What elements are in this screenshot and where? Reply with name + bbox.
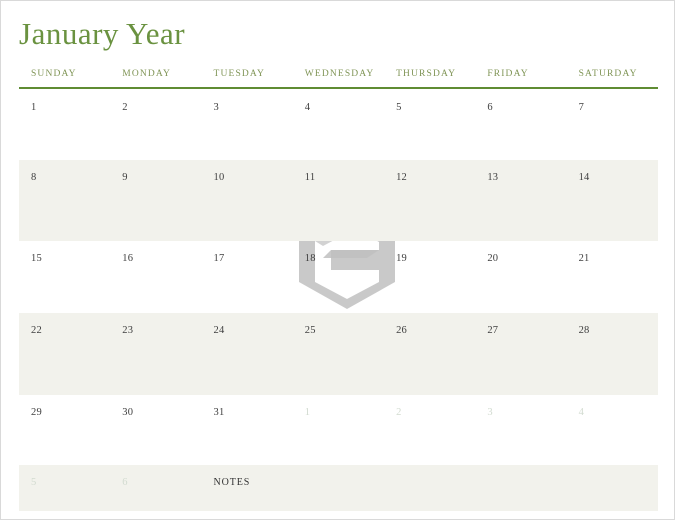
day-number: 23 — [122, 325, 134, 336]
day-cell[interactable]: 30 — [110, 395, 201, 465]
day-cell[interactable]: 17 — [202, 241, 293, 313]
day-cell[interactable]: 2 — [110, 90, 201, 160]
day-number: 20 — [487, 253, 499, 264]
day-number: 4 — [304, 102, 311, 113]
day-number: 29 — [31, 407, 42, 418]
day-cell[interactable]: 5 — [384, 90, 475, 160]
day-cell[interactable]: 19 — [384, 241, 475, 313]
day-number: 22 — [31, 325, 42, 336]
day-number: 3 — [213, 102, 219, 113]
day-cell[interactable]: 5 — [19, 465, 110, 511]
day-number: 24 — [213, 325, 225, 336]
notes-label: NOTES — [213, 477, 251, 488]
day-number: 31 — [213, 407, 225, 418]
day-number: 2 — [396, 407, 402, 418]
day-cell[interactable]: 4 — [567, 395, 658, 465]
notes-area[interactable] — [384, 465, 475, 511]
day-number: 25 — [304, 325, 316, 336]
day-number: 26 — [396, 325, 407, 336]
day-number: 19 — [396, 253, 407, 264]
day-number: 3 — [487, 407, 493, 418]
week-row: 15 16 17 18 19 20 21 — [19, 241, 658, 313]
day-cell[interactable]: 3 — [202, 90, 293, 160]
day-number: 11 — [304, 172, 316, 183]
day-number: 15 — [31, 253, 42, 264]
day-cell[interactable]: 20 — [475, 241, 566, 313]
day-cell[interactable]: 23 — [110, 313, 201, 395]
day-cell[interactable]: 6 — [110, 465, 201, 511]
day-cell[interactable]: 31 — [202, 395, 293, 465]
day-cell[interactable]: 28 — [567, 313, 658, 395]
day-number: 1 — [304, 407, 311, 418]
day-cell[interactable]: 27 — [475, 313, 566, 395]
weekday-header-row: SUNDAY MONDAY TUESDAY WEDNESDAY THURSDAY… — [19, 67, 658, 89]
weekday-header-monday: MONDAY — [122, 69, 172, 79]
weekday-header-wednesday: WEDNESDAY — [304, 69, 375, 79]
day-cell[interactable]: 1 — [293, 395, 384, 465]
day-cell[interactable]: 4 — [293, 90, 384, 160]
day-cell[interactable]: 6 — [475, 90, 566, 160]
day-cell[interactable]: 21 — [567, 241, 658, 313]
day-cell[interactable]: 25 — [293, 313, 384, 395]
day-number: 27 — [487, 325, 499, 336]
calendar-page: January Year SUNDAY MONDAY TUESDAY WEDNE… — [0, 0, 675, 520]
day-number: 6 — [122, 477, 128, 488]
day-cell[interactable]: 10 — [202, 160, 293, 241]
weekday-header-saturday: SATURDAY — [578, 69, 638, 79]
week-row: 22 23 24 25 26 27 28 — [19, 313, 658, 395]
notes-row: 5 6 NOTES — [19, 465, 658, 511]
day-cell[interactable]: 7 — [567, 90, 658, 160]
day-cell[interactable]: 3 — [475, 395, 566, 465]
page-title: January Year — [19, 16, 186, 51]
day-number: 12 — [396, 172, 407, 183]
day-number: 17 — [213, 253, 225, 264]
day-cell[interactable]: 29 — [19, 395, 110, 465]
day-number: 13 — [487, 172, 499, 183]
day-cell[interactable]: 1 — [19, 90, 110, 160]
day-number: 14 — [578, 172, 590, 183]
day-cell[interactable]: 22 — [19, 313, 110, 395]
notes-area[interactable] — [567, 465, 658, 511]
day-number: 30 — [122, 407, 134, 418]
day-number: 10 — [213, 172, 225, 183]
day-cell[interactable]: 14 — [567, 160, 658, 241]
day-number: 8 — [31, 172, 37, 183]
day-number: 28 — [578, 325, 590, 336]
day-cell[interactable]: 13 — [475, 160, 566, 241]
day-number: 4 — [578, 407, 585, 418]
weekday-header-thursday: THURSDAY — [396, 69, 457, 79]
day-number: 18 — [304, 253, 316, 264]
day-number: 16 — [122, 253, 134, 264]
day-cell[interactable]: 2 — [384, 395, 475, 465]
day-number: 9 — [122, 172, 128, 183]
day-number: 2 — [122, 102, 128, 113]
day-cell[interactable]: 18 — [293, 241, 384, 313]
week-row: 8 9 10 11 12 13 14 — [19, 160, 658, 241]
day-cell[interactable]: 9 — [110, 160, 201, 241]
notes-area[interactable] — [293, 465, 384, 511]
notes-cell[interactable]: NOTES — [202, 465, 293, 511]
weekday-header-friday: FRIDAY — [487, 69, 529, 79]
notes-area[interactable] — [475, 465, 566, 511]
weekday-header-tuesday: TUESDAY — [213, 69, 266, 79]
week-row: 1 2 3 4 5 6 7 — [19, 90, 658, 160]
header-divider-rule — [19, 87, 658, 89]
day-cell[interactable]: 24 — [202, 313, 293, 395]
day-number: 5 — [396, 102, 402, 113]
day-cell[interactable]: 11 — [293, 160, 384, 241]
day-number: 6 — [487, 102, 493, 113]
day-cell[interactable]: 16 — [110, 241, 201, 313]
day-cell[interactable]: 15 — [19, 241, 110, 313]
day-cell[interactable]: 26 — [384, 313, 475, 395]
day-cell[interactable]: 12 — [384, 160, 475, 241]
day-number: 21 — [578, 253, 590, 264]
day-number: 5 — [31, 477, 37, 488]
day-number: 1 — [31, 102, 37, 113]
week-row: 29 30 31 1 2 3 4 — [19, 395, 658, 465]
day-number: 7 — [578, 102, 585, 113]
day-cell[interactable]: 8 — [19, 160, 110, 241]
weekday-header-sunday: SUNDAY — [31, 69, 77, 79]
